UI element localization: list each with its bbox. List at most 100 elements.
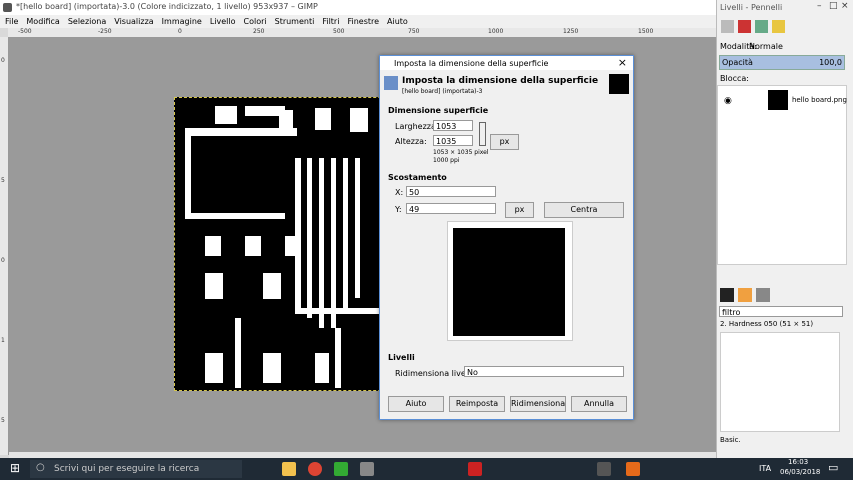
menu-filters[interactable]: Filtri	[322, 15, 339, 28]
ruler-label: 250	[253, 28, 265, 35]
center-button[interactable]: Centra	[544, 202, 624, 218]
mode-select[interactable]: Normale	[749, 42, 783, 51]
image-thumbnail	[609, 74, 629, 94]
opacity-slider[interactable]: Opacità 100,0	[719, 55, 845, 70]
canvas-size-icon	[384, 76, 398, 90]
preset-select[interactable]: Basic.	[720, 436, 741, 444]
pixel-info: 1053 × 1035 pixel	[433, 149, 489, 156]
brush-filter-input[interactable]: filtro	[719, 306, 843, 317]
gimp-taskbar-icon[interactable]	[597, 462, 611, 476]
opacity-value: 100,0	[819, 58, 842, 67]
taskbar-search-box[interactable]: ○ Scrivi qui per eseguire la ricerca	[30, 460, 242, 478]
brush-grid[interactable]	[720, 332, 840, 432]
gradients-tab-icon[interactable]	[756, 288, 770, 302]
paths-tab-icon[interactable]	[755, 20, 768, 33]
dock-tabs	[721, 20, 801, 36]
undo-tab-icon[interactable]	[772, 20, 785, 33]
file-explorer-icon[interactable]	[282, 462, 296, 476]
menu-edit[interactable]: Modifica	[26, 15, 59, 28]
preview-image	[453, 228, 565, 336]
ruler-label: 1250	[563, 28, 579, 35]
layers-list[interactable]: ◉ hello board.png	[717, 85, 847, 265]
help-button[interactable]: Aiuto	[388, 396, 444, 412]
windows-start-icon[interactable]: ⊞	[10, 461, 20, 475]
vertical-ruler[interactable]: 0 5 0 1 5	[0, 37, 9, 455]
dialog-titlebar: Imposta la dimensione della superficie ×	[380, 56, 633, 70]
menu-layer[interactable]: Livello	[210, 15, 236, 28]
resize-button[interactable]: Ridimensiona	[510, 396, 566, 412]
menu-bar: File Modifica Seleziona Visualizza Immag…	[0, 15, 716, 28]
layer-name[interactable]: hello board.png	[792, 96, 847, 104]
menu-image[interactable]: Immagine	[162, 15, 202, 28]
height-input[interactable]: 1035	[433, 135, 473, 146]
menu-select[interactable]: Seleziona	[68, 15, 106, 28]
brush-name: 2. Hardness 050 (51 × 51)	[720, 320, 814, 328]
channels-tab-icon[interactable]	[738, 20, 751, 33]
cancel-button[interactable]: Annulla	[571, 396, 627, 412]
acrobat-icon[interactable]	[468, 462, 482, 476]
ruler-label: 0	[178, 28, 182, 35]
menu-help[interactable]: Aiuto	[387, 15, 408, 28]
layers-section-title: Livelli	[388, 353, 415, 362]
ruler-label: 1500	[638, 28, 654, 35]
canvas-size-dialog: Imposta la dimensione della superficie ×…	[379, 55, 634, 420]
offset-unit-select[interactable]: px	[505, 202, 534, 218]
ruler-label: 1000	[488, 28, 504, 35]
menu-colors[interactable]: Colori	[244, 15, 267, 28]
dialog-subheading: [hello board] (importata)-3	[402, 88, 483, 95]
y-input[interactable]: 49	[406, 203, 496, 214]
dock-title: Livelli - Pennelli	[720, 3, 783, 12]
size-unit-select[interactable]: px	[490, 134, 519, 150]
ruler-label: 0	[1, 57, 5, 64]
notifications-icon[interactable]: ▭	[828, 461, 838, 474]
ruler-label: 1	[1, 337, 5, 344]
spotify-icon[interactable]	[334, 462, 348, 476]
ruler-label: 500	[333, 28, 345, 35]
clock-time[interactable]: 16:03	[788, 458, 808, 466]
language-indicator[interactable]: ITA	[759, 464, 771, 473]
ruler-label: 750	[408, 28, 420, 35]
patterns-tab-icon[interactable]	[738, 288, 752, 302]
app-icon[interactable]	[360, 462, 374, 476]
width-input[interactable]: 1053	[433, 120, 473, 131]
brushes-tab-icon[interactable]	[720, 288, 734, 302]
close-icon[interactable]: ×	[841, 1, 849, 11]
y-label: Y:	[395, 205, 402, 214]
menu-tools[interactable]: Strumenti	[275, 15, 315, 28]
search-placeholder: Scrivi qui per eseguire la ricerca	[54, 464, 200, 474]
layer-thumbnail	[768, 90, 788, 110]
chain-link-icon[interactable]	[479, 122, 486, 146]
clock-date[interactable]: 06/03/2018	[780, 468, 820, 476]
menu-windows[interactable]: Finestre	[347, 15, 379, 28]
ruler-label: -500	[18, 28, 32, 35]
x-input[interactable]: 50	[406, 186, 496, 197]
reset-button[interactable]: Reimposta	[449, 396, 505, 412]
layers-brushes-dock: Livelli - Pennelli – □ × Modalità: Norma…	[716, 0, 853, 458]
resize-layers-select[interactable]: No	[464, 366, 624, 377]
window-titlebar: *[hello board] (importata)-3.0 (Colore i…	[0, 0, 716, 15]
layers-tab-icon[interactable]	[721, 20, 734, 33]
menu-file[interactable]: File	[5, 15, 18, 28]
menu-view[interactable]: Visualizza	[114, 15, 153, 28]
app-e-icon[interactable]	[626, 462, 640, 476]
horizontal-ruler[interactable]: -500 -250 0 250 500 750 1000 1250 1500	[8, 28, 716, 38]
windows-taskbar: ⊞ ○ Scrivi qui per eseguire la ricerca I…	[0, 458, 853, 480]
dialog-heading: Imposta la dimensione della superficie	[402, 76, 599, 86]
ppi-info: 1000 ppi	[433, 157, 460, 164]
window-title: *[hello board] (importata)-3.0 (Colore i…	[16, 2, 318, 11]
maximize-icon[interactable]: □	[829, 1, 838, 11]
offset-section-title: Scostamento	[388, 173, 447, 182]
chrome-icon[interactable]	[308, 462, 322, 476]
size-section-title: Dimensione superficie	[388, 106, 489, 115]
offset-preview[interactable]	[447, 221, 573, 341]
ruler-label: 0	[1, 257, 5, 264]
ruler-label: -250	[98, 28, 112, 35]
close-icon[interactable]: ×	[618, 56, 627, 69]
search-icon: ○	[36, 462, 45, 473]
height-label: Altezza:	[395, 137, 427, 146]
minimize-icon[interactable]: –	[817, 1, 822, 11]
x-label: X:	[395, 188, 404, 197]
dialog-window-title: Imposta la dimensione della superficie	[394, 59, 549, 68]
gimp-logo-icon	[3, 3, 12, 12]
eye-icon[interactable]: ◉	[724, 96, 732, 106]
